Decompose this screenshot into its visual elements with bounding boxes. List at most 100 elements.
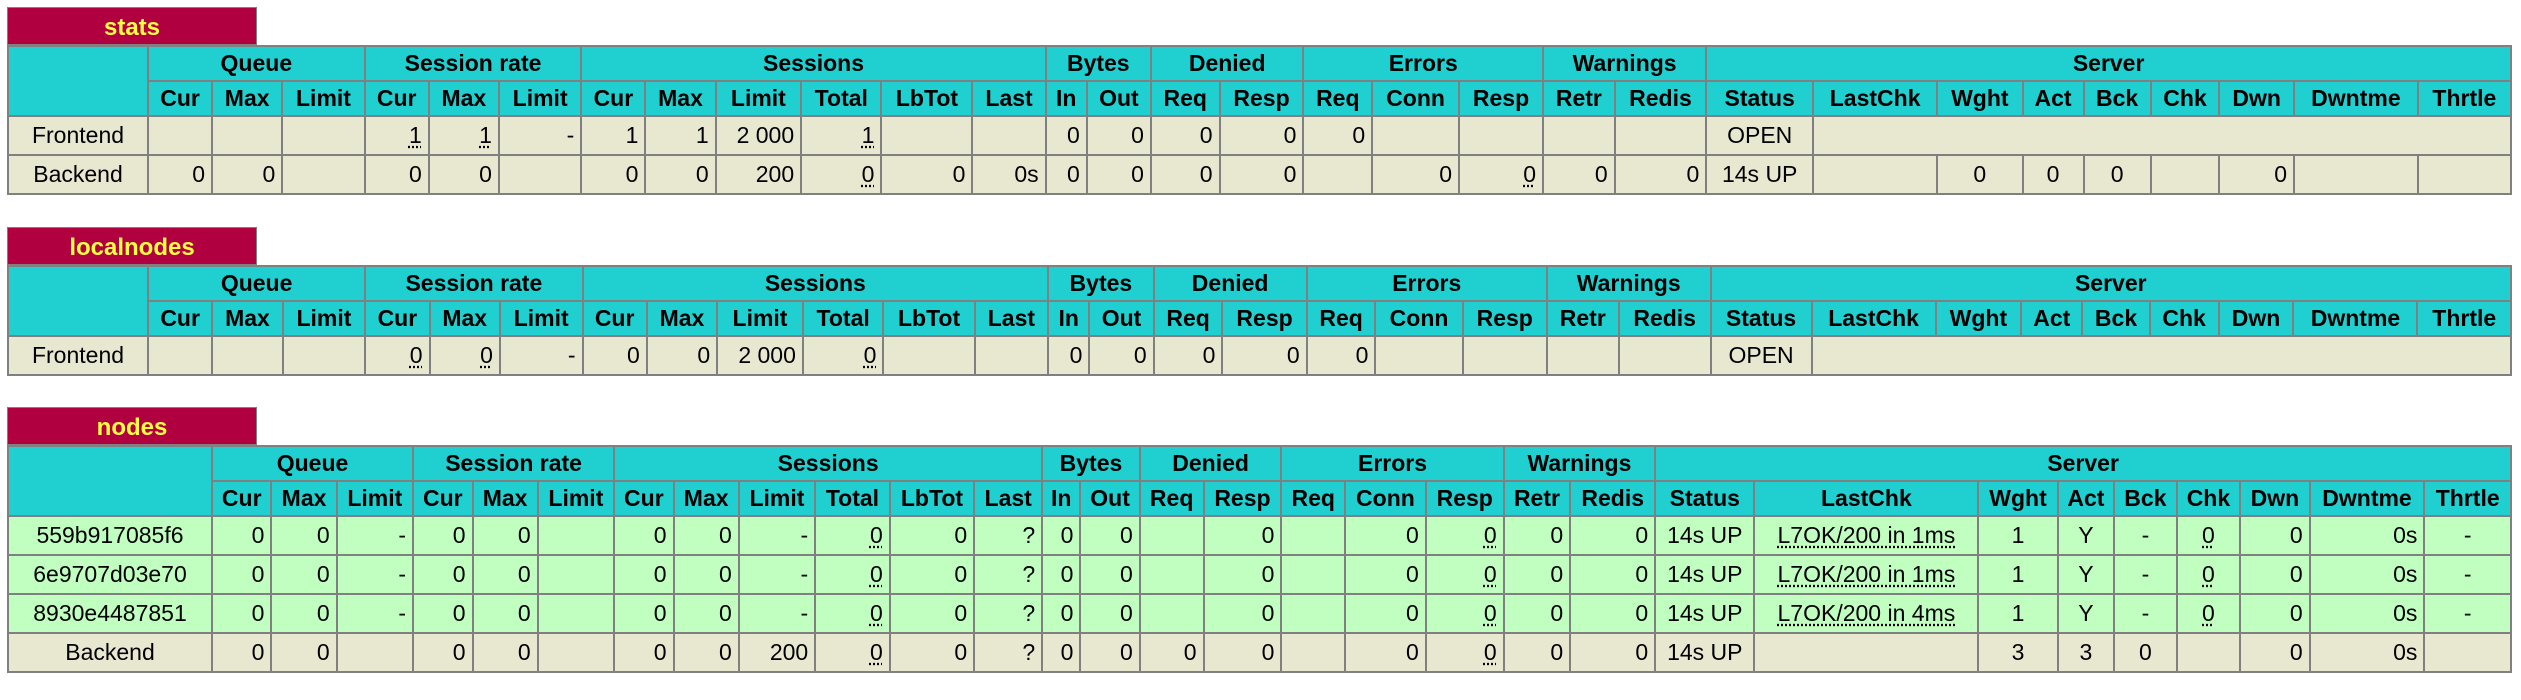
col-header: Dwntme <box>2293 80 2419 117</box>
col-header: Resp <box>1458 80 1544 117</box>
proxy-title[interactable]: nodes <box>7 407 257 445</box>
status-cell: 14s UP <box>1654 515 1756 556</box>
server-name[interactable]: 6e9707d03e70 <box>7 554 213 595</box>
cell: 200 <box>714 154 803 195</box>
row-name[interactable]: Frontend <box>7 335 149 376</box>
cell: 0s <box>971 154 1047 195</box>
cell: 0 <box>1218 154 1305 195</box>
col-header: Wght <box>1936 80 2024 117</box>
cell: 0 <box>644 154 717 195</box>
cell: 1 <box>427 115 500 156</box>
cell: 0 <box>1149 154 1221 195</box>
col-header: Req <box>1149 80 1221 117</box>
col-header: Limit <box>497 80 583 117</box>
col-header: Act <box>2021 80 2085 117</box>
cell: 0 <box>2021 154 2085 195</box>
cell: 0 <box>211 154 284 195</box>
cell: 0 <box>1044 115 1088 156</box>
backend-row: Backend 0 0 0 0 0 0 200 0 0 ? 0 0 0 0 0 … <box>7 632 2512 673</box>
col-header: In <box>1044 80 1088 117</box>
cell: 1 <box>580 115 647 156</box>
group-header: Sessions <box>581 265 1050 302</box>
group-header: Server <box>1705 45 2512 82</box>
cell: 0 <box>1302 115 1374 156</box>
cell: 0 <box>363 154 430 195</box>
row-name[interactable]: Backend <box>7 632 213 673</box>
col-header: Resp <box>1218 80 1305 117</box>
col-header: Cur <box>580 80 647 117</box>
cell: 2 000 <box>714 115 803 156</box>
cell: 0 <box>1149 115 1221 156</box>
header-blank <box>7 45 149 117</box>
proxy-title[interactable]: localnodes <box>7 227 257 265</box>
cell: 1 <box>800 115 883 156</box>
stats-table: Queue Session rate Sessions Bytes Denied… <box>7 445 2512 673</box>
cell: 0 <box>427 154 500 195</box>
group-header: Warnings <box>1545 265 1712 302</box>
cell: 0 <box>2082 154 2152 195</box>
col-header: Cur <box>146 80 214 117</box>
col-header: LbTot <box>880 80 974 117</box>
group-header: Sessions <box>580 45 1047 82</box>
col-header: Conn <box>1371 80 1461 117</box>
col-header: Max <box>427 80 500 117</box>
group-header: Queue <box>147 45 366 82</box>
server-row: 559b917085f6 0 0 - 0 0 0 0 - 0 0 ? 0 0 0… <box>7 515 2512 556</box>
status-cell: 14s UP <box>1654 593 1756 634</box>
col-header: Out <box>1085 80 1152 117</box>
group-header: Warnings <box>1541 45 1708 82</box>
col-header: Chk <box>2149 80 2221 117</box>
cell: 0 <box>2218 154 2296 195</box>
group-header: Denied <box>1149 45 1305 82</box>
proxy-section-localnodes: localnodes Queue Session rate Sessions B… <box>7 227 2513 376</box>
row-name[interactable]: Frontend <box>7 115 149 156</box>
lastchk-link[interactable]: L7OK/200 in 1ms <box>1778 561 1956 587</box>
col-header: Retr <box>1541 80 1616 117</box>
group-header: Session rate <box>364 265 584 302</box>
stats-table: Queue Session rate Sessions Bytes Denied… <box>7 265 2513 376</box>
status-cell: 14s UP <box>1705 154 1815 195</box>
cell: 0 <box>1613 154 1708 195</box>
cell: 0 <box>1371 154 1461 195</box>
col-header: Last <box>971 80 1047 117</box>
lastchk-link[interactable]: L7OK/200 in 1ms <box>1778 522 1956 548</box>
col-header: Limit <box>281 80 366 117</box>
status-cell: 14s UP <box>1654 554 1756 595</box>
col-header: Thrtle <box>2416 80 2513 117</box>
cell: 0 <box>1936 154 2024 195</box>
status-cell: 14s UP <box>1654 632 1756 673</box>
cell: 0 <box>1218 115 1305 156</box>
col-header: Status <box>1705 80 1815 117</box>
cell: 1 <box>644 115 717 156</box>
group-header: Bytes <box>1044 45 1152 82</box>
frontend-row: Frontend 0 0 - 0 0 2 000 0 0 0 0 0 0 OPE… <box>7 335 2513 376</box>
col-header: Max <box>644 80 717 117</box>
group-header: Errors <box>1302 45 1544 82</box>
frontend-row: Frontend 1 1 - 1 1 2 000 1 0 0 0 0 0 OPE… <box>7 115 2512 156</box>
cell: 0 <box>580 154 647 195</box>
row-name[interactable]: Backend <box>7 154 149 195</box>
col-header: Max <box>211 80 284 117</box>
lastchk-link[interactable]: L7OK/200 in 4ms <box>1778 600 1956 626</box>
group-header: Server <box>1709 265 2513 302</box>
col-header: Cur <box>363 80 430 117</box>
status-cell: OPEN <box>1709 335 1813 376</box>
cell: 0 <box>1085 115 1152 156</box>
cell: 0 <box>146 154 214 195</box>
server-name[interactable]: 8930e4487851 <box>7 593 213 634</box>
col-header: Bck <box>2082 80 2152 117</box>
col-header: Req <box>1302 80 1374 117</box>
cell: 0 <box>1541 154 1616 195</box>
group-header: Denied <box>1152 265 1308 302</box>
server-name[interactable]: 559b917085f6 <box>7 515 213 556</box>
col-header: Dwn <box>2218 80 2296 117</box>
stats-table: Queue Session rate Sessions Bytes Denied… <box>7 45 2513 195</box>
col-header: Limit <box>714 80 803 117</box>
group-header: Bytes <box>1047 265 1155 302</box>
cell: 1 <box>363 115 430 156</box>
proxy-title[interactable]: stats <box>7 7 257 45</box>
backend-row: Backend 0 0 0 0 0 0 200 0 0 0s 0 0 0 0 0… <box>7 154 2513 195</box>
group-header: Session rate <box>363 45 583 82</box>
col-header: Redis <box>1613 80 1708 117</box>
col-header: LastChk <box>1812 80 1939 117</box>
